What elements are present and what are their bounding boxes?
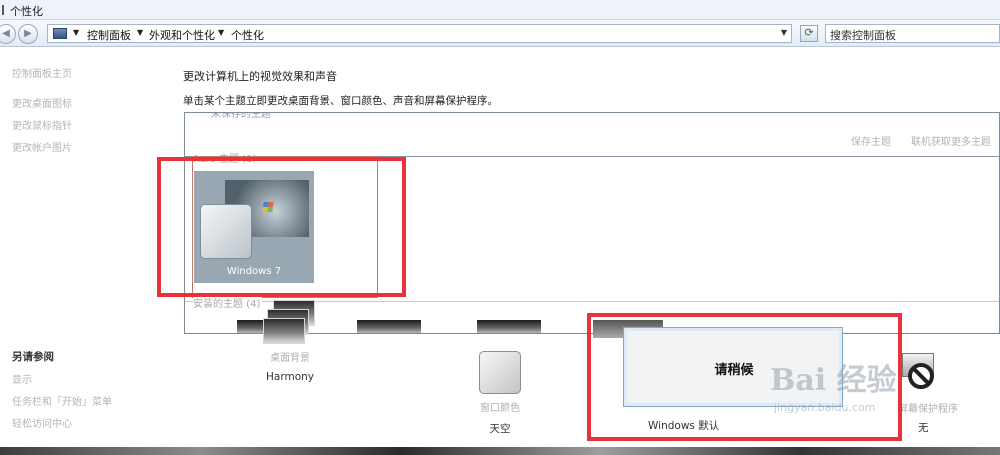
- ease-of-access-link[interactable]: 轻松访问中心: [12, 415, 72, 430]
- my-themes-heading: 未保存的主题: [211, 112, 271, 120]
- breadcrumb-control-panel[interactable]: 控制面板: [87, 27, 131, 43]
- installed-theme-thumbnail[interactable]: [357, 320, 421, 333]
- save-theme-link[interactable]: 保存主题: [851, 133, 891, 148]
- title-bar: 个性化: [0, 0, 1000, 20]
- window-title: 个性化: [10, 5, 43, 18]
- window-icon: [2, 5, 10, 15]
- page-title: 更改计算机上的视觉效果和声音: [183, 70, 337, 83]
- page-description: 单击某个主题立即更改桌面背景、窗口颜色、声音和屏幕保护程序。: [183, 95, 498, 107]
- chevron-right-icon[interactable]: ▼: [218, 28, 224, 37]
- breadcrumb-appearance[interactable]: 外观和个性化: [149, 27, 215, 43]
- address-field[interactable]: ▼ 控制面板 ▼ 外观和个性化 ▼ 个性化 ▼: [47, 24, 792, 43]
- search-input[interactable]: 搜索控制面板: [825, 24, 1000, 43]
- annotation-box: [157, 157, 406, 297]
- window-color-button[interactable]: 窗口颜色 天空: [465, 351, 535, 436]
- get-more-themes-link[interactable]: 联机获取更多主题: [911, 133, 991, 148]
- control-panel-icon: [53, 28, 67, 39]
- chevron-right-icon[interactable]: ▼: [137, 28, 143, 37]
- back-arrow-icon[interactable]: ◀: [0, 24, 16, 44]
- desktop-background-button[interactable]: 桌面背景 Harmony: [255, 300, 325, 383]
- installed-themes-label: 安装的主题 (4): [193, 295, 263, 310]
- change-account-picture-link[interactable]: 更改帐户图片: [12, 139, 72, 154]
- desktop-background-icon: [263, 300, 317, 344]
- window-color-value: 天空: [489, 423, 511, 435]
- change-desktop-icons-link[interactable]: 更改桌面图标: [12, 95, 72, 110]
- see-also-heading: 另请参阅: [12, 351, 54, 363]
- change-mouse-pointers-link[interactable]: 更改鼠标指针: [12, 117, 72, 132]
- desktop-background-label: 桌面背景: [270, 353, 310, 364]
- breadcrumb-personalization[interactable]: 个性化: [231, 27, 264, 43]
- chevron-right-icon[interactable]: ▼: [73, 28, 79, 37]
- address-toolbar: ◀ ▶ ▼ 控制面板 ▼ 外观和个性化 ▼ 个性化 ▼ ⟳ 搜索控制面板: [0, 20, 1000, 47]
- left-pane: 控制面板主页 更改桌面图标 更改鼠标指针 更改帐户图片 另请参阅 显示 任务栏和…: [0, 47, 160, 447]
- display-link[interactable]: 显示: [12, 371, 32, 386]
- annotation-box: [587, 313, 902, 441]
- control-panel-home-link[interactable]: 控制面板主页: [12, 65, 72, 80]
- refresh-icon[interactable]: ⟳: [800, 25, 818, 42]
- desktop-background-value: Harmony: [266, 371, 314, 383]
- forward-arrow-icon[interactable]: ▶: [18, 24, 38, 44]
- window-color-label: 窗口颜色: [480, 403, 520, 414]
- window-color-icon: [479, 351, 521, 394]
- taskbar-start-menu-link[interactable]: 任务栏和「开始」菜单: [12, 393, 112, 408]
- installed-theme-thumbnail[interactable]: [477, 320, 541, 333]
- chevron-down-icon[interactable]: ▼: [781, 28, 787, 37]
- taskbar-strip: [0, 447, 1000, 455]
- screen-saver-value[interactable]: 无: [918, 420, 929, 435]
